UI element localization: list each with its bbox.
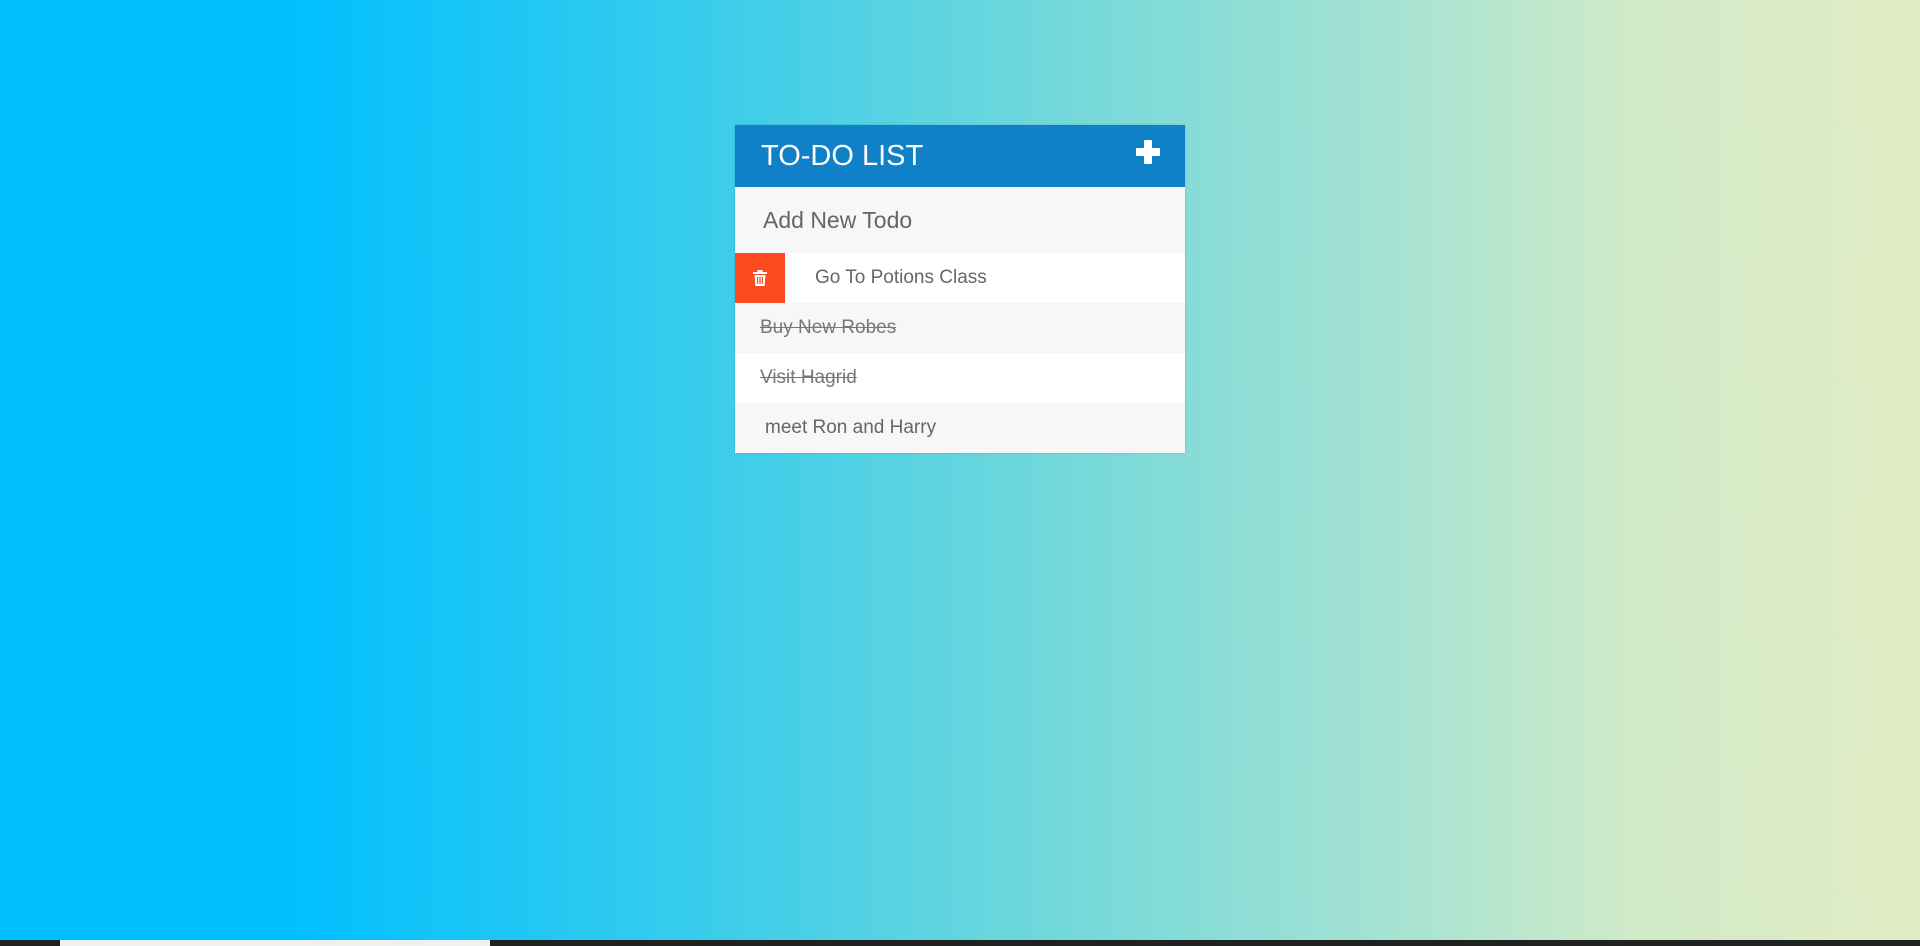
todo-header: TO-DO LIST <box>735 125 1185 187</box>
todo-card: TO-DO LIST Go To Potions Class Buy New R… <box>735 125 1185 453</box>
taskbar-active-item[interactable] <box>60 940 490 946</box>
todo-item[interactable]: Visit Hagrid <box>735 353 1185 403</box>
todo-text: Go To Potions Class <box>815 267 987 288</box>
todo-text: Buy New Robes <box>760 317 897 338</box>
plus-icon[interactable] <box>1136 140 1160 164</box>
todo-text: Visit Hagrid <box>760 367 857 388</box>
add-todo-input[interactable] <box>735 187 1185 253</box>
todo-item[interactable]: Go To Potions Class <box>735 253 1185 303</box>
delete-button[interactable] <box>735 253 785 303</box>
todo-list: Go To Potions Class Buy New Robes Visit … <box>735 253 1185 453</box>
todo-text: meet Ron and Harry <box>765 417 937 438</box>
todo-item[interactable]: Buy New Robes <box>735 303 1185 353</box>
trash-icon <box>753 270 767 286</box>
todo-item[interactable]: meet Ron and Harry <box>735 403 1185 453</box>
taskbar <box>0 940 1920 946</box>
page-title: TO-DO LIST <box>761 139 924 172</box>
